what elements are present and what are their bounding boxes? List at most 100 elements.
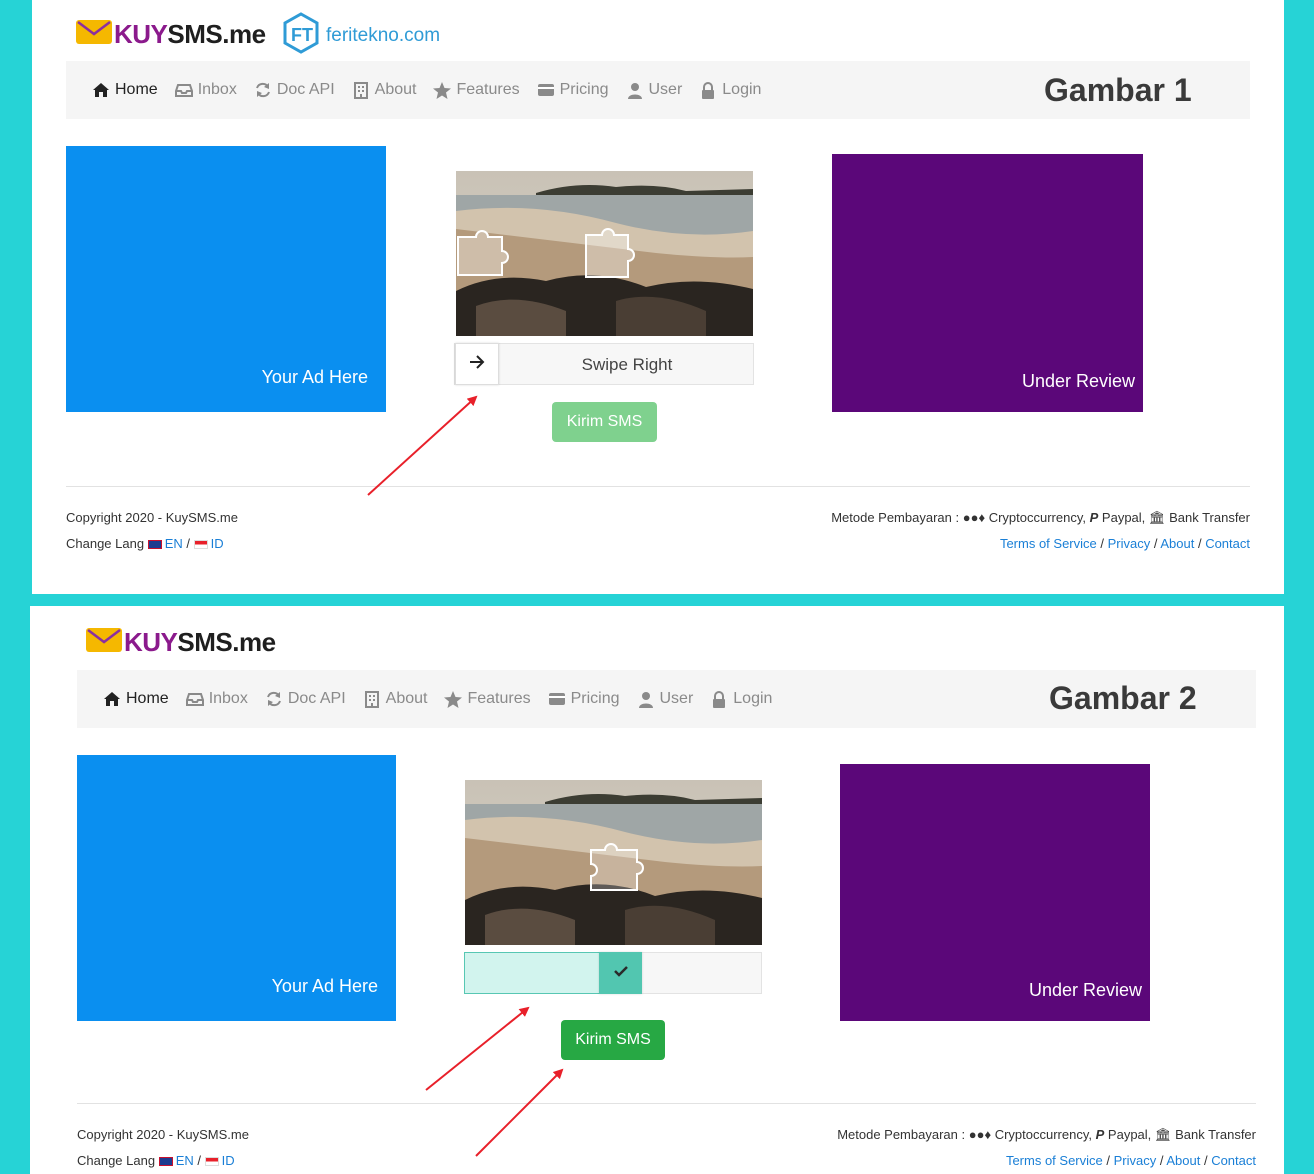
terms-link[interactable]: Terms of Service [1000,536,1097,551]
captcha-slider-verified[interactable] [464,952,762,994]
nav-inbox[interactable]: Inbox [185,690,248,708]
bitcoin-icon: ● [962,510,971,525]
privacy-link[interactable]: Privacy [1114,1153,1157,1168]
nav-user[interactable]: User [637,690,693,708]
brand-prefix: KUY [124,627,178,657]
footer-divider [77,1103,1256,1104]
lock-icon [710,690,728,708]
contact-link[interactable]: Contact [1205,536,1250,551]
captcha-puzzle-image [456,171,753,336]
footer-links: Terms of Service / Privacy / About / Con… [999,536,1250,551]
lang-en-link[interactable]: EN [176,1153,194,1168]
inbox-icon [174,82,193,98]
envelope-icon [86,626,122,659]
ft-hexagon-icon: FT [282,12,320,59]
bank-icon: 🏛 [1148,510,1166,525]
ad-status-text: Under Review [1028,980,1142,1000]
bitcoin-icon: ● [968,1127,977,1142]
nav-about[interactable]: About [352,81,416,99]
slider-handle[interactable] [599,952,642,994]
about-link[interactable]: About [1166,1153,1200,1168]
footer-right: Metode Pembayaran : ●●♦ Cryptoccurrency,… [837,1122,1256,1174]
ad-status-text: Under Review [1021,371,1135,391]
lang-en-link[interactable]: EN [165,536,183,551]
nav-features[interactable]: Features [433,81,520,99]
captcha-puzzle-image [465,780,762,945]
nav-inbox[interactable]: Inbox [174,81,237,99]
ad-banner-right[interactable]: Under Review [840,764,1150,1021]
slider-hint: Swipe Right [581,355,673,374]
copyright: Copyright 2020 - KuySMS.me [77,1127,249,1142]
refresh-icon [265,691,283,707]
footer-links: Terms of Service / Privacy / About / Con… [1005,1153,1256,1168]
home-icon [92,82,110,98]
nav-pricing[interactable]: Pricing [548,690,620,708]
kuysms-logo[interactable]: KUYSMS.me [86,626,276,659]
captcha-slider[interactable]: Swipe Right [454,343,754,385]
brand-suffix: SMS.me [177,627,276,657]
building-icon [363,690,381,708]
figure-label: Gambar 1 [1044,72,1192,108]
envelope-icon [76,18,112,51]
watermark-site: feritekno.com [326,24,441,46]
footer-right: Metode Pembayaran : ●●♦ Cryptoccurrency,… [831,505,1250,557]
nav-home[interactable]: Home [92,81,158,99]
figure-label: Gambar 2 [1049,680,1197,716]
building-icon [352,81,370,99]
star-icon [444,690,463,708]
nav-about[interactable]: About [363,690,427,708]
lock-icon [699,81,717,99]
send-sms-button-disabled[interactable]: Kirim SMS [552,402,657,442]
copyright: Copyright 2020 - KuySMS.me [66,510,238,525]
uk-flag-icon [147,540,162,550]
payment-methods: Metode Pembayaran : ●●♦ Cryptoccurrency,… [831,510,1250,525]
nav-login[interactable]: Login [699,81,761,99]
home-icon [103,691,121,707]
footer-left: Copyright 2020 - KuySMS.me Change Lang E… [77,1122,249,1174]
privacy-link[interactable]: Privacy [1108,536,1151,551]
svg-text:FT: FT [291,25,313,45]
ad-banner-left[interactable]: Your Ad Here [77,755,396,1021]
arrow-right-icon [469,354,485,374]
brand-prefix: KUY [114,19,168,49]
brand-suffix: SMS.me [167,19,266,49]
kuysms-logo[interactable]: KUYSMS.me [76,18,266,51]
paypal-icon: P [1095,1127,1105,1142]
ethereum-icon: ♦ [978,510,986,525]
footer-left: Copyright 2020 - KuySMS.me Change Lang E… [66,505,238,557]
lang-id-link[interactable]: ID [211,536,224,551]
ethereum-icon: ♦ [984,1127,992,1142]
nav-home[interactable]: Home [103,690,169,708]
send-sms-button[interactable]: Kirim SMS [561,1020,665,1060]
slider-handle[interactable] [455,343,499,385]
bank-icon: 🏛 [1154,1127,1172,1142]
nav-features[interactable]: Features [444,690,531,708]
ad-banner-right[interactable]: Under Review [832,154,1143,412]
lang-id-link[interactable]: ID [222,1153,235,1168]
user-icon [626,82,644,99]
nav-login[interactable]: Login [710,690,772,708]
change-lang: Change Lang EN / ID [77,1153,235,1168]
inbox-icon [185,691,204,707]
ad-banner-left[interactable]: Your Ad Here [66,146,386,412]
nav-user[interactable]: User [626,81,682,99]
nav-doc-api[interactable]: Doc API [254,81,335,99]
screenshot-panel-2: KUYSMS.me Home Inbox Doc API About Featu… [30,606,1284,1174]
star-icon [433,81,452,99]
id-flag-icon [204,1157,219,1167]
paypal-icon: P [1089,510,1099,525]
nav-pricing[interactable]: Pricing [537,81,609,99]
about-link[interactable]: About [1160,536,1194,551]
payment-methods: Metode Pembayaran : ●●♦ Cryptoccurrency,… [837,1127,1256,1142]
watermark-logo: FT feritekno.com [282,12,440,59]
user-icon [637,691,655,708]
wallet-icon [537,82,555,98]
refresh-icon [254,82,272,98]
wallet-icon [548,691,566,707]
terms-link[interactable]: Terms of Service [1006,1153,1103,1168]
footer-divider [66,486,1250,487]
nav-doc-api[interactable]: Doc API [265,690,346,708]
contact-link[interactable]: Contact [1211,1153,1256,1168]
change-lang: Change Lang EN / ID [66,536,224,551]
id-flag-icon [193,540,208,550]
